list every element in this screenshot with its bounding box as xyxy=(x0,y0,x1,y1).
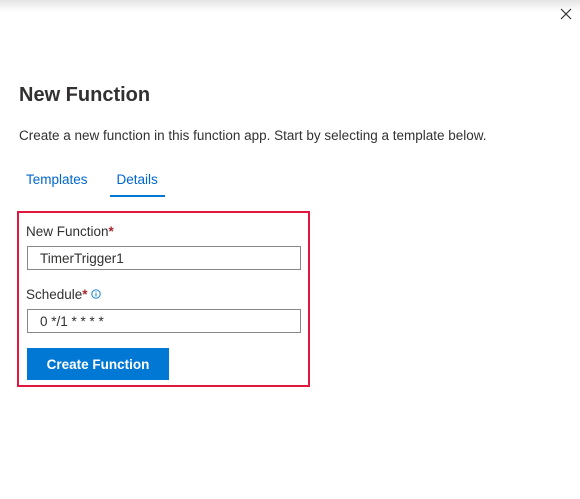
create-function-button[interactable]: Create Function xyxy=(27,348,169,380)
tab-templates[interactable]: Templates xyxy=(19,172,95,197)
new-function-panel: New Function Create a new function in th… xyxy=(0,0,580,499)
function-name-label: New Function* xyxy=(26,224,114,239)
function-name-label-text: New Function xyxy=(26,224,109,239)
close-icon xyxy=(560,8,572,20)
schedule-label: Schedule* xyxy=(26,287,101,302)
function-name-input[interactable] xyxy=(27,246,301,270)
required-marker: * xyxy=(82,287,88,302)
close-button[interactable] xyxy=(556,4,576,24)
top-shadow xyxy=(0,0,580,12)
panel-description: Create a new function in this function a… xyxy=(19,128,487,143)
required-marker: * xyxy=(108,224,114,239)
schedule-label-text: Schedule xyxy=(26,287,83,302)
details-form: New Function* Schedule* Create Function xyxy=(17,211,310,387)
page-title: New Function xyxy=(19,84,151,106)
schedule-input[interactable] xyxy=(27,309,301,333)
info-icon[interactable] xyxy=(90,287,101,302)
tab-bar: Templates Details xyxy=(19,172,180,197)
tab-details[interactable]: Details xyxy=(109,172,165,197)
